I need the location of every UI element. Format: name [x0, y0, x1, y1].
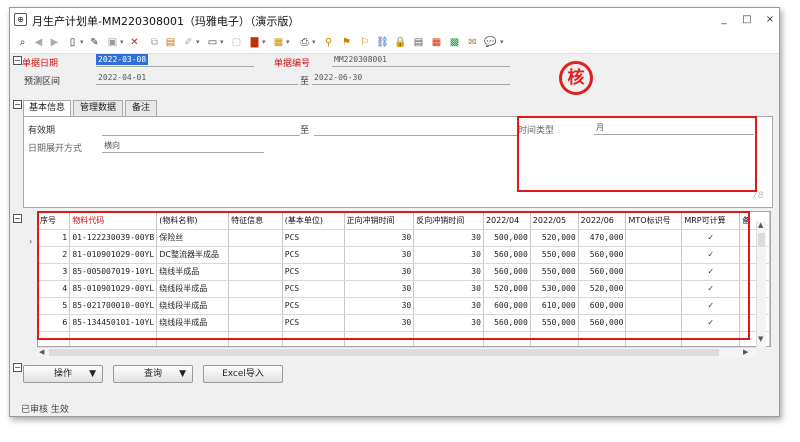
audit-stamp: 核 — [559, 61, 593, 95]
date-label: 单据日期 — [22, 59, 59, 69]
forecast-from-underline — [96, 84, 298, 85]
expand-field[interactable]: 横向 — [104, 140, 120, 151]
edit-icon[interactable]: ✎ — [88, 36, 101, 49]
expand-underline — [102, 152, 264, 153]
delete-icon[interactable]: ✕ — [128, 36, 141, 49]
minimize-button[interactable]: _ — [716, 12, 732, 28]
export-icon[interactable]: ▦ — [272, 36, 285, 49]
validity-from-field[interactable] — [102, 135, 300, 136]
chat-icon[interactable]: 💬 — [484, 36, 497, 49]
tab-remarks[interactable]: 备注 — [125, 100, 157, 116]
status-text: 已审核 生效 — [21, 405, 69, 415]
highlight-box-time-type — [517, 116, 757, 192]
mail-icon[interactable]: ✉ — [466, 36, 479, 49]
back-icon[interactable]: ◀ — [32, 36, 45, 49]
scroll-left-icon[interactable]: ◀ — [39, 348, 44, 356]
page-icon[interactable]: ▢ — [230, 36, 243, 49]
date-underline — [96, 66, 254, 67]
tabs-collapse-icon[interactable]: − — [13, 100, 22, 109]
chat-dropdown-icon[interactable]: ▾ — [500, 38, 504, 46]
highlight-box-grid — [37, 211, 750, 340]
forecast-to-underline — [312, 84, 510, 85]
tab-basic-info[interactable]: 基本信息 — [23, 100, 71, 117]
app-icon: ⊕ — [14, 13, 27, 26]
export-dropdown-icon[interactable]: ▾ — [286, 38, 290, 46]
grid-collapse-icon[interactable]: − — [13, 214, 22, 223]
copy-icon[interactable]: ⧉ — [148, 36, 161, 49]
find-icon[interactable]: ⚲ — [322, 36, 335, 49]
book-dropdown-icon[interactable]: ▾ — [262, 38, 266, 46]
paste-icon[interactable]: ▤ — [164, 36, 177, 49]
preview-icon[interactable]: ⌕ — [16, 36, 29, 49]
forward-icon[interactable]: ▶ — [48, 36, 61, 49]
query-button-label: 查询 — [143, 369, 162, 379]
link-icon[interactable]: ⛓ — [376, 36, 389, 49]
query-dropdown-icon: ▼ — [179, 369, 186, 379]
lock-icon[interactable]: 🔒 — [394, 36, 407, 49]
new-icon[interactable]: ▯ — [66, 36, 79, 49]
grid-horizontal-scrollbar[interactable]: ◀ ▶ — [37, 347, 756, 357]
forecast-label: 预测区间 — [24, 77, 61, 87]
expand-label: 日期展开方式 — [28, 144, 83, 154]
window-title: 月生产计划单-MM220308001（玛雅电子）（演示版） — [32, 15, 300, 28]
scroll-up-icon[interactable]: ▲ — [758, 221, 763, 229]
doc-no-underline — [332, 66, 510, 67]
grid-icon[interactable]: ▦ — [430, 36, 443, 49]
audit-icon[interactable]: ⚑ — [340, 36, 353, 49]
excel-import-button[interactable]: Excel导入 — [203, 365, 283, 383]
operate-button[interactable]: 操作 ▼ — [23, 365, 103, 383]
printer-icon[interactable]: ⎙ — [298, 36, 311, 49]
doc-no-field[interactable]: MM220308001 — [334, 55, 387, 64]
tab-management-data[interactable]: 管理数据 — [73, 100, 123, 116]
grid-vertical-scrollbar[interactable]: ▲ ▼ — [756, 221, 766, 347]
query-button[interactable]: 查询 ▼ — [113, 365, 193, 383]
panel-corner-mark: 78 — [752, 191, 764, 201]
doc-no-label: 单据编号 — [274, 59, 311, 69]
forecast-from-field[interactable]: 2022-04-01 — [98, 73, 146, 82]
close-button[interactable]: × — [762, 12, 778, 28]
attach-dropdown-icon[interactable]: ▾ — [196, 38, 200, 46]
validity-label: 有效期 — [28, 126, 56, 136]
book-icon[interactable]: ▇ — [248, 36, 261, 49]
attach-icon[interactable]: ✐ — [182, 36, 195, 49]
printer-dropdown-icon[interactable]: ▾ — [312, 38, 316, 46]
forecast-to-label: 至 — [300, 77, 310, 87]
actions-collapse-icon[interactable]: − — [13, 363, 22, 372]
scroll-down-icon[interactable]: ▼ — [758, 335, 763, 343]
calc-icon[interactable]: ▤ — [412, 36, 425, 49]
save-icon[interactable]: ▣ — [106, 36, 119, 49]
title-bar: ⊕ 月生产计划单-MM220308001（玛雅电子）（演示版） _ □ × — [10, 8, 779, 32]
scroll-thumb-horizontal[interactable] — [49, 349, 719, 356]
operate-button-label: 操作 — [53, 369, 72, 379]
operate-dropdown-icon: ▼ — [89, 369, 96, 379]
scroll-thumb-vertical[interactable] — [758, 233, 765, 247]
validity-to-label: 至 — [300, 126, 310, 136]
new-dropdown-icon[interactable]: ▾ — [80, 38, 84, 46]
save-dropdown-icon[interactable]: ▾ — [120, 38, 124, 46]
validity-to-field[interactable] — [314, 135, 518, 136]
header-collapse-icon[interactable]: − — [13, 56, 22, 65]
current-row-marker-icon: › — [29, 237, 33, 246]
toolbar: ⌕ ◀ ▶ ▯ ▾ ✎ ▣ ▾ ✕ ⧉ ▤ ✐ ▾ ▭ ▾ ▢ ▇ ▾ ▦ ▾ … — [10, 32, 779, 54]
unaudit-icon[interactable]: ⚐ — [358, 36, 371, 49]
forecast-to-field[interactable]: 2022-06-30 — [314, 73, 362, 82]
date-field[interactable]: 2022-03-08 — [96, 54, 149, 65]
maximize-button[interactable]: □ — [739, 12, 755, 28]
document-window: ⊕ 月生产计划单-MM220308001（玛雅电子）（演示版） _ □ × ⌕ … — [9, 7, 780, 417]
scroll-right-icon[interactable]: ▶ — [743, 348, 748, 356]
print-setup-icon[interactable]: ▭ — [206, 36, 219, 49]
print-setup-dropdown-icon[interactable]: ▾ — [220, 38, 224, 46]
excel-icon[interactable]: ▩ — [448, 36, 461, 49]
